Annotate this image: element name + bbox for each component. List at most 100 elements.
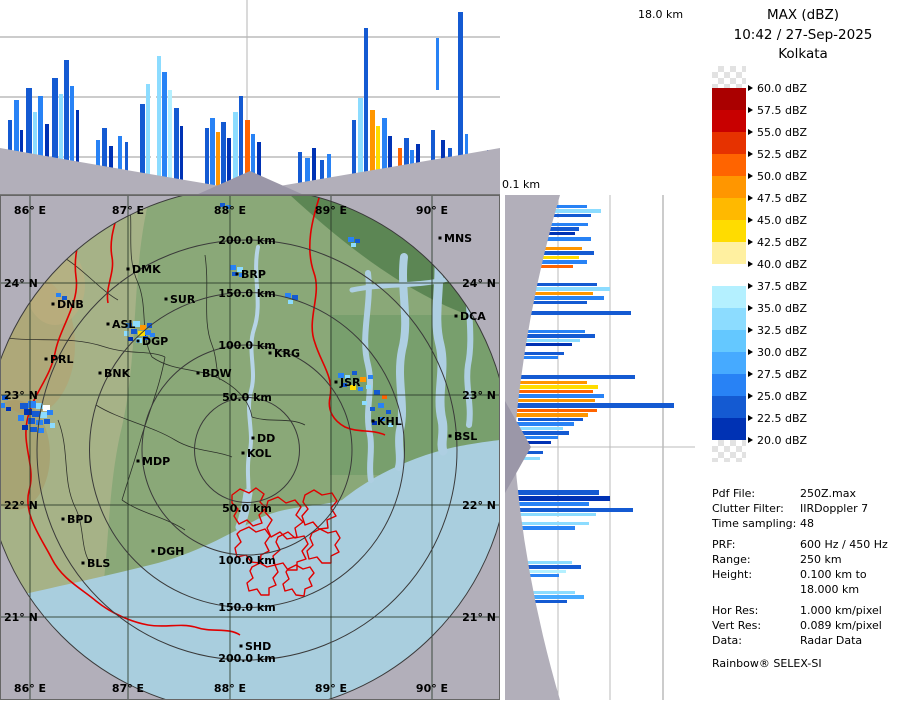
product-metadata: Pdf File: 250Z.max Clutter Filter: IIRDoppl… [712,486,888,671]
radar-echo-cell [352,371,357,375]
legend-color-cell [712,264,746,286]
legend-label: 52.5 dBZ [748,147,807,161]
metadata-value: 48 [800,517,814,530]
echo-bar [210,118,215,195]
lon-label-top: 87° E [112,204,144,217]
echo-bar [514,403,674,408]
lon-label-top: 89° E [315,204,347,217]
range-ring-label: 50.0 km [222,502,272,515]
lat-label-left: 23° N [4,389,38,402]
metadata-key: Time sampling: [712,517,797,530]
metadata-row: Hor Res: 1.000 km/pixel [712,603,888,618]
radar-echo-cell [370,407,375,411]
range-ring-label: 150.0 km [218,601,275,614]
legend-label-text: 55.0 dBZ [757,125,808,139]
city-marker [106,322,110,326]
top-height-profile-panel[interactable] [0,0,500,195]
radar-echo-cell [47,410,53,415]
side-height-profile-panel[interactable] [505,195,695,700]
city-label: SUR [170,293,196,306]
radar-echo-cell [360,377,366,382]
radar-echo-cell [382,395,387,399]
city-label: DCA [460,310,486,323]
echo-bar [515,526,575,530]
legend-label: 32.5 dBZ [748,323,807,337]
legend-color-cell [712,176,746,198]
radar-echo-cell [30,427,37,432]
legend-label: 27.5 dBZ [748,367,807,381]
city-label: BSL [454,430,477,443]
metadata-key: Clutter Filter: [712,502,784,515]
city-marker [61,517,65,521]
lat-label-right: 21° N [462,611,496,624]
metadata-row: Time sampling: 48 [712,516,888,531]
legend-label-text: 52.5 dBZ [757,147,808,161]
legend-label-text: 20.0 dBZ [757,433,808,447]
legend-label-text: 60.0 dBZ [757,81,808,95]
city-marker [126,267,130,271]
range-ring-label: 100.0 km [218,554,275,567]
radar-map[interactable]: 200.0 km 150.0 km 100.0 km 50.0 km 50.0 km 10… [0,187,510,704]
city-marker [44,357,48,361]
product-header: MAX (dBZ) 10:42 / 27-Sep-2025 Kolkata [700,6,906,65]
legend-tick-icon [748,283,753,289]
legend-tick-icon [748,327,753,333]
lon-label-bottom: 87° E [112,682,144,695]
lat-label-left: 22° N [4,499,38,512]
legend-color-cell [712,330,746,352]
side-profile-plot[interactable] [505,195,695,700]
legend-label: 57.5 dBZ [748,103,807,117]
metadata-key [712,582,800,597]
echo-bar [157,56,161,195]
legend-label: 55.0 dBZ [748,125,807,139]
metadata-row: Range: 250 km [712,552,888,567]
metadata-row: PRF: 600 Hz / 450 Hz [712,537,888,552]
radar-echo-cell [378,403,384,408]
dbz-color-scale [712,66,746,462]
metadata-rows: Pdf File: 250Z.max Clutter Filter: IIRDoppl… [712,486,888,648]
legend-label: 35.0 dBZ [748,301,807,315]
metadata-row: Height: 0.100 km to [712,567,888,582]
city-marker [438,236,442,240]
lon-label-top: 86° E [14,204,46,217]
city-marker [371,419,375,423]
city-label: SHD [245,640,271,653]
radar-echo-cell [128,337,133,341]
range-ring-label: 100.0 km [218,339,275,352]
legend-label-text: 27.5 dBZ [757,367,808,381]
legend-label: 45.0 dBZ [748,213,807,227]
legend-color-cell [712,286,746,308]
software-brand: Rainbow® SELEX-SI [712,657,822,670]
city-label: PRL [50,353,74,366]
legend-color-cell [712,396,746,418]
radar-echo-cell [32,411,40,417]
city-marker [136,339,140,343]
metadata-value: Radar Data [800,634,863,647]
lon-label-bottom: 90° E [416,682,448,695]
city-marker [334,380,338,384]
legend-label-text: 57.5 dBZ [757,103,808,117]
radar-echo-cell [28,418,35,424]
metadata-value: IIRDoppler 7 [800,502,869,515]
legend-cell-above-max [712,66,746,88]
radar-echo-cell [22,425,28,430]
echo-bar [515,427,563,430]
radar-echo-cell [50,423,55,428]
city-label: DD [257,432,275,445]
legend-color-cell [712,88,746,110]
echo-bar [516,385,598,389]
city-marker [239,644,243,648]
city-marker [251,436,255,440]
metadata-value: 600 Hz / 450 Hz [800,538,888,551]
metadata-row: Pdf File: 250Z.max [712,486,888,501]
radar-echo-cell [140,325,146,330]
legend-tick-icon [748,393,753,399]
product-datetime: 10:42 / 27-Sep-2025 [733,26,873,43]
legend-color-cell [712,110,746,132]
radar-map-panel[interactable]: 200.0 km 150.0 km 100.0 km 50.0 km 50.0 km 10… [0,187,510,704]
top-profile-plot[interactable] [0,0,500,195]
legend-color-cell [712,132,746,154]
range-ring-label: 50.0 km [222,391,272,404]
legend-label-text: 32.5 dBZ [757,323,808,337]
echo-bar [516,394,604,398]
